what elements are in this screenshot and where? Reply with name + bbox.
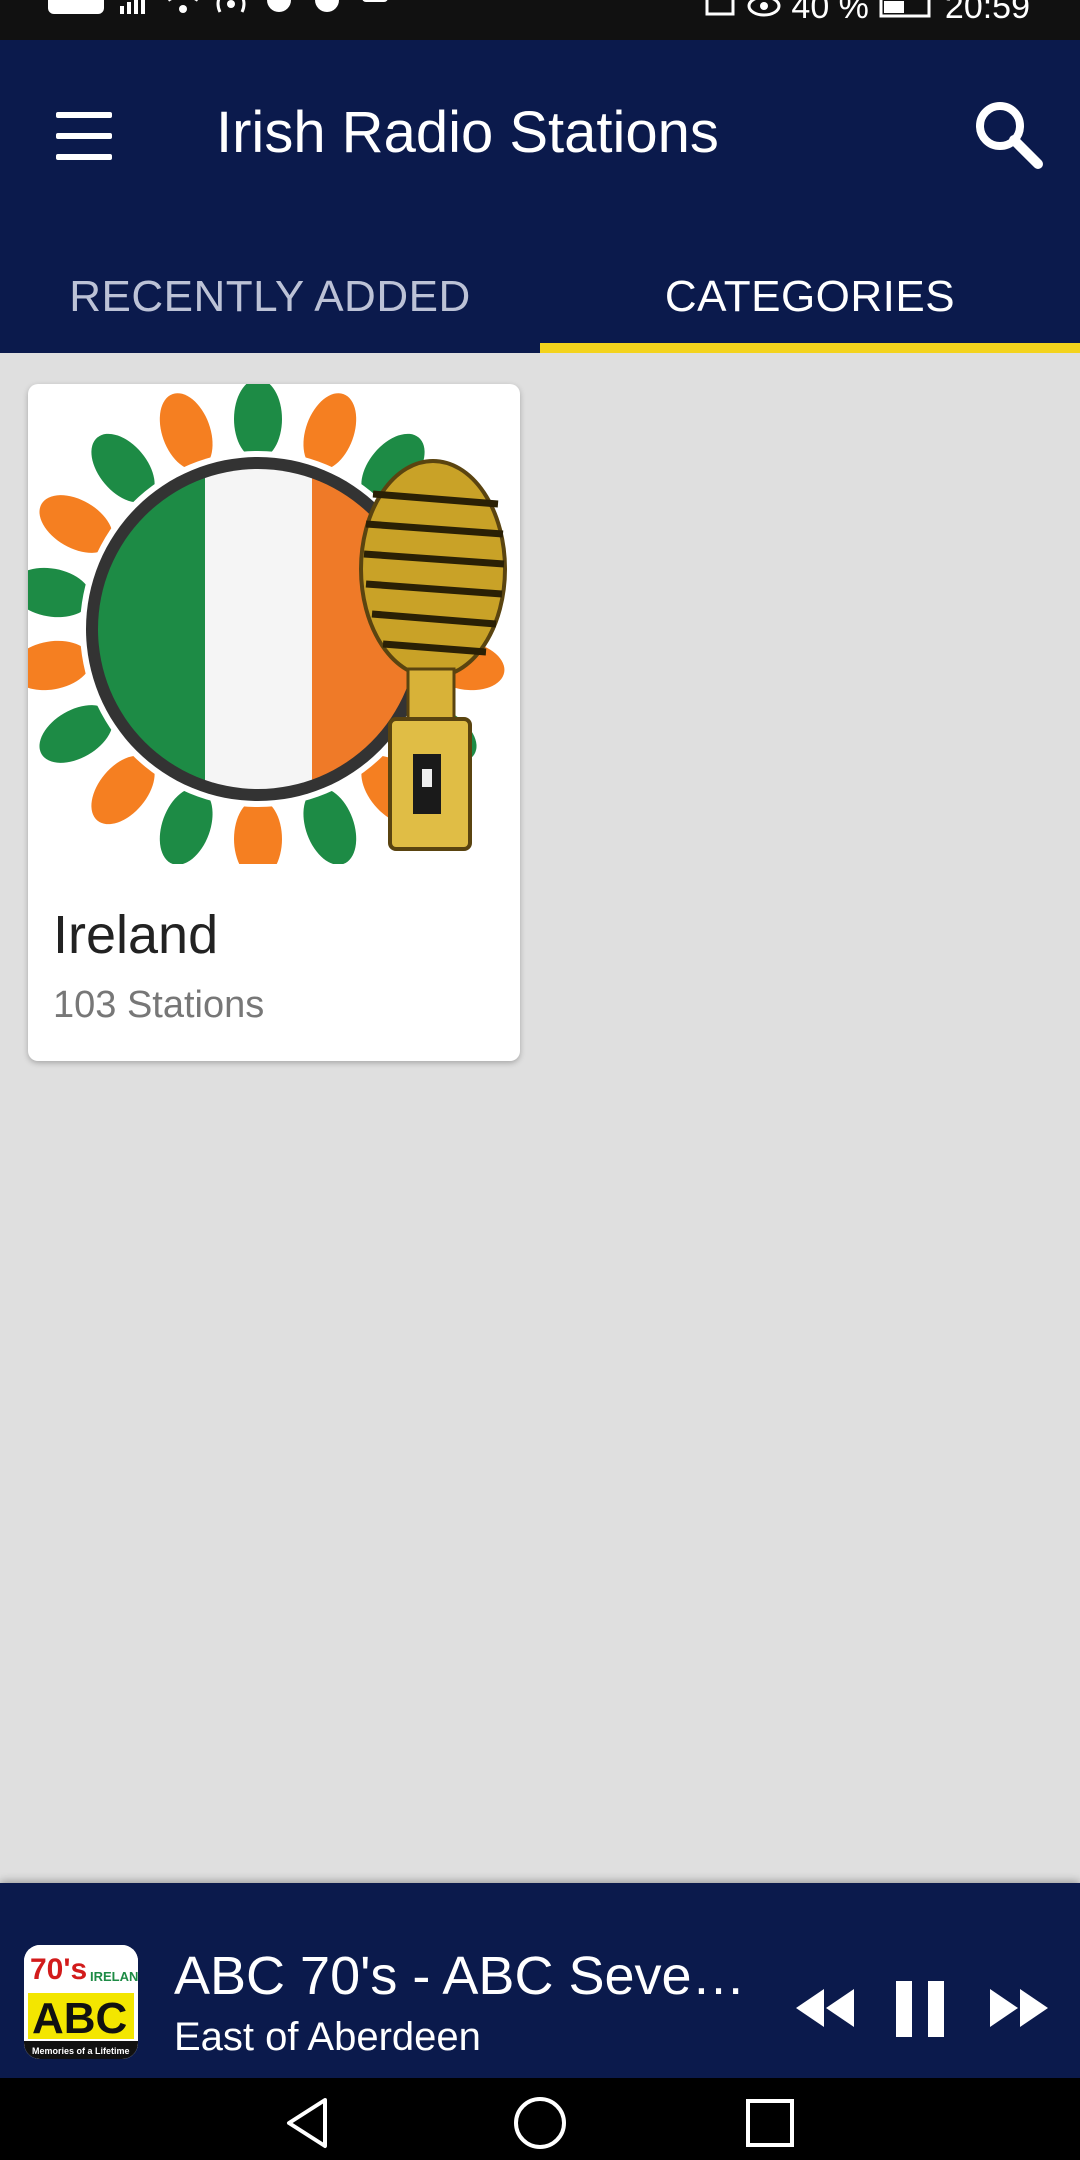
category-station-count: 103 Stations xyxy=(53,984,265,1026)
screen: 40 % 20:59 Irish Radio Stations RECENTLY… xyxy=(0,0,1080,2160)
signal-icon xyxy=(120,0,145,14)
now-playing-title: ABC 70's - ABC Sevent... xyxy=(174,1946,774,2006)
now-playing-subtitle: East of Aberdeen xyxy=(174,2015,481,2059)
logo-text-main: ABC xyxy=(32,1994,127,2043)
logo-text-top: 70's xyxy=(30,1953,87,1986)
shutter-icon xyxy=(315,0,339,12)
tab-indicator xyxy=(540,343,1080,353)
shutter-icon xyxy=(267,0,291,12)
ireland-flag-microphone-icon xyxy=(28,384,507,864)
notification-icon xyxy=(362,0,388,2)
menu-button[interactable] xyxy=(48,100,120,172)
tab-categories[interactable]: CATEGORIES xyxy=(540,240,1080,353)
rewind-icon[interactable] xyxy=(790,1973,860,2043)
battery-percent: 40 % xyxy=(791,0,869,26)
system-nav-bar xyxy=(0,2078,1080,2160)
wifi-icon xyxy=(168,0,198,13)
menu-icon-line xyxy=(56,154,112,160)
page-title: Irish Radio Stations xyxy=(216,100,719,165)
logo-text-tag: IRELAND xyxy=(90,1969,138,1984)
eye-icon xyxy=(747,0,781,16)
back-icon[interactable] xyxy=(275,2088,345,2158)
now-playing-bar[interactable]: 70's IRELAND ABC Memories of a Lifetime … xyxy=(0,1883,1080,2078)
fast-forward-icon[interactable] xyxy=(984,1973,1054,2043)
search-icon[interactable] xyxy=(966,92,1050,176)
app-bar: Irish Radio Stations RECENTLY ADDED CATE… xyxy=(0,40,1080,353)
menu-icon-line xyxy=(56,133,112,139)
tab-recently-added[interactable]: RECENTLY ADDED xyxy=(0,240,540,353)
cast-icon xyxy=(705,0,735,15)
home-icon[interactable] xyxy=(505,2088,575,2158)
category-card[interactable]: Ireland 103 Stations xyxy=(28,384,520,1061)
pause-icon[interactable] xyxy=(886,1973,956,2043)
station-logo-image: 70's IRELAND ABC Memories of a Lifetime xyxy=(24,1945,138,2059)
tab-bar: RECENTLY ADDED CATEGORIES xyxy=(0,240,1080,353)
logo-text-foot: Memories of a Lifetime xyxy=(32,2046,130,2056)
vowifi-icon xyxy=(48,0,104,14)
battery-icon xyxy=(879,0,931,17)
status-icons-right: 40 % 20:59 xyxy=(703,0,1030,27)
status-icons-left xyxy=(48,0,392,14)
clock: 20:59 xyxy=(944,0,1030,26)
menu-icon xyxy=(56,112,112,118)
status-bar: 40 % 20:59 xyxy=(0,0,1080,40)
station-logo: 70's IRELAND ABC Memories of a Lifetime xyxy=(24,1945,138,2059)
category-name: Ireland xyxy=(53,905,219,965)
hotspot-icon xyxy=(216,0,246,13)
recents-icon[interactable] xyxy=(735,2088,805,2158)
